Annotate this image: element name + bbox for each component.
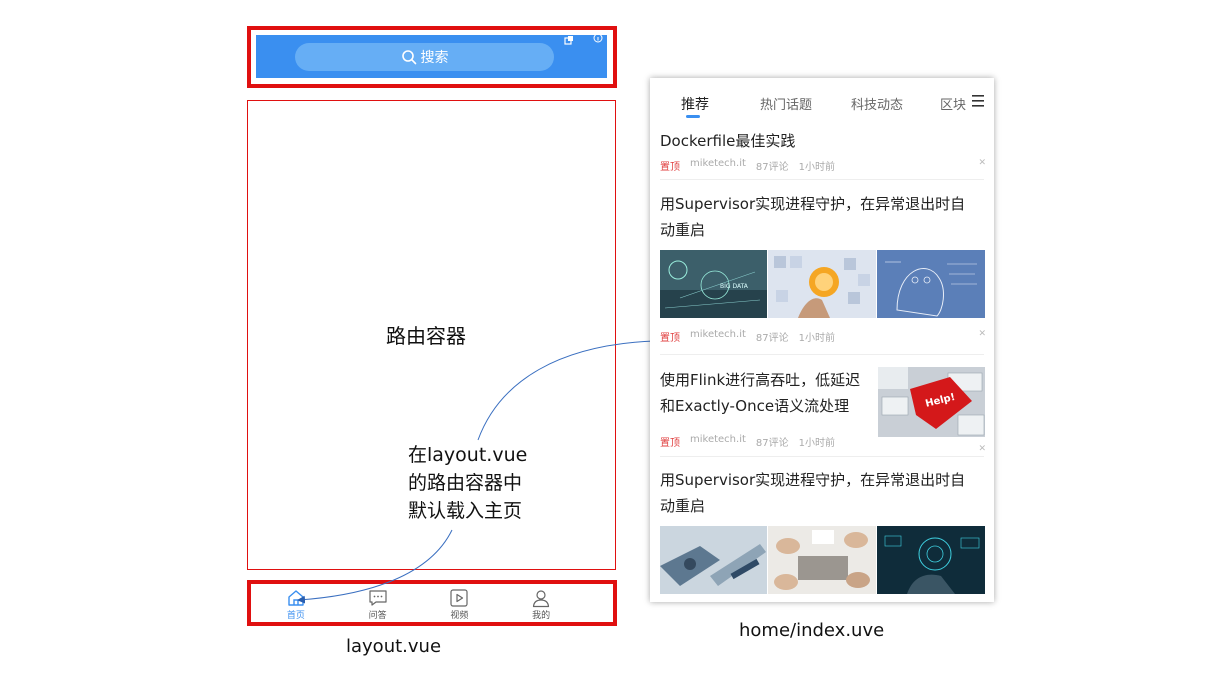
article-title[interactable]: 使用Flink进行高吞吐，低延迟 和Exactly-Once语义流处理: [660, 367, 860, 419]
article-source: miketech.it: [690, 158, 746, 169]
article-thumbnail[interactable]: [877, 250, 985, 318]
article-title-line: 使用Flink进行高吞吐，低延迟: [660, 371, 861, 389]
annotation-line: 的路由容器中: [408, 472, 523, 494]
tab-qa-label: 问答: [368, 610, 387, 621]
pinned-badge: 置顶: [660, 162, 680, 173]
tab-video-label: 视频: [450, 610, 469, 621]
active-tab-indicator: [686, 115, 700, 118]
article-title[interactable]: 用Supervisor实现进程守护，在异常退出时自 动重启: [660, 191, 965, 243]
share-icon[interactable]: [564, 35, 574, 45]
lightbulb-image: [768, 250, 876, 318]
dismiss-icon[interactable]: ✕: [978, 444, 986, 454]
tab-blockchain[interactable]: 区块: [940, 94, 966, 113]
article-meta: 置顶 miketech.it 87评论 1小时前: [660, 329, 835, 344]
article-title-line: 用Supervisor实现进程守护，在异常退出时自: [660, 195, 966, 213]
article-thumbnail[interactable]: BIG DATA: [660, 250, 767, 318]
article-meta: 置顶 miketech.it 87评论 1小时前: [660, 434, 835, 449]
article-thumbnail[interactable]: Help!: [878, 367, 985, 437]
article-thumbnail[interactable]: [660, 526, 767, 594]
bigdata-label: BIG DATA: [720, 283, 749, 290]
tools-image: [660, 526, 767, 594]
article-title-line: 动重启: [660, 221, 706, 239]
video-icon: [450, 588, 468, 607]
article-title-line: 用Supervisor实现进程守护，在异常退出时自: [660, 471, 966, 489]
article-thumbnail[interactable]: [768, 250, 876, 318]
bigdata-image: BIG DATA: [660, 250, 767, 318]
article-source: miketech.it: [690, 329, 746, 340]
menu-icon[interactable]: [972, 94, 984, 108]
search-bar[interactable]: 搜索: [295, 43, 554, 71]
sketch-image: [877, 250, 985, 318]
tech-hand-image: [877, 526, 985, 594]
article-title[interactable]: Dockerfile最佳实践: [660, 128, 795, 154]
article-meta: 置顶 miketech.it 87评论 1小时前: [660, 158, 835, 173]
search-icon: [401, 50, 416, 65]
tab-video[interactable]: 视频: [419, 585, 501, 623]
chat-icon: [369, 589, 387, 606]
tab-mine-label: 我的: [532, 610, 551, 621]
tab-home-label: 首页: [286, 610, 305, 621]
tab-mine[interactable]: 我的: [500, 585, 582, 623]
router-view-label: 路由容器: [386, 324, 466, 348]
meeting-image: [768, 526, 876, 594]
info-icon[interactable]: [593, 33, 603, 43]
index-caption: home/index.uve: [739, 620, 885, 641]
dismiss-icon[interactable]: ✕: [978, 158, 986, 168]
home-page-preview: 推荐 热门话题 科技动态 区块 Dockerfile最佳实践 置顶 mikete…: [650, 78, 994, 602]
tab-qa[interactable]: 问答: [337, 585, 419, 623]
bottom-tabbar: 首页 问答 视频 我的: [255, 585, 582, 623]
tab-home[interactable]: 首页: [255, 585, 337, 623]
annotation-line: 在layout.vue: [408, 444, 528, 466]
divider: [660, 179, 984, 180]
home-icon: [288, 589, 304, 606]
annotation-line: 默认载入主页: [408, 500, 523, 522]
article-comments: 87评论: [755, 333, 789, 344]
article-title-line: 和Exactly-Once语义流处理: [660, 397, 850, 415]
article-time: 1小时前: [798, 162, 836, 173]
user-icon: [533, 589, 550, 607]
article-time: 1小时前: [798, 438, 836, 449]
layout-caption: layout.vue: [346, 636, 442, 657]
pinned-badge: 置顶: [660, 333, 680, 344]
pinned-badge: 置顶: [660, 438, 680, 449]
search-label: 搜索: [420, 50, 449, 66]
tab-recommend[interactable]: 推荐: [681, 94, 709, 114]
article-title[interactable]: 用Supervisor实现进程守护，在异常退出时自 动重启: [660, 467, 965, 519]
article-comments: 87评论: [755, 438, 789, 449]
divider: [660, 456, 984, 457]
tab-tech-news[interactable]: 科技动态: [851, 94, 903, 113]
tab-hot-topics[interactable]: 热门话题: [760, 94, 812, 113]
article-time: 1小时前: [798, 333, 836, 344]
article-title-line: 动重启: [660, 497, 706, 515]
dismiss-icon[interactable]: ✕: [978, 329, 986, 339]
annotation-note: 在layout.vue 的路由容器中 默认载入主页: [408, 441, 527, 525]
article-thumbnail[interactable]: [877, 526, 985, 594]
divider: [660, 354, 984, 355]
article-comments: 87评论: [755, 162, 789, 173]
category-tabs: 推荐 热门话题 科技动态 区块: [650, 78, 994, 126]
keyboard-help-image: Help!: [878, 367, 985, 437]
article-source: miketech.it: [690, 434, 746, 445]
article-thumbnail[interactable]: [768, 526, 876, 594]
